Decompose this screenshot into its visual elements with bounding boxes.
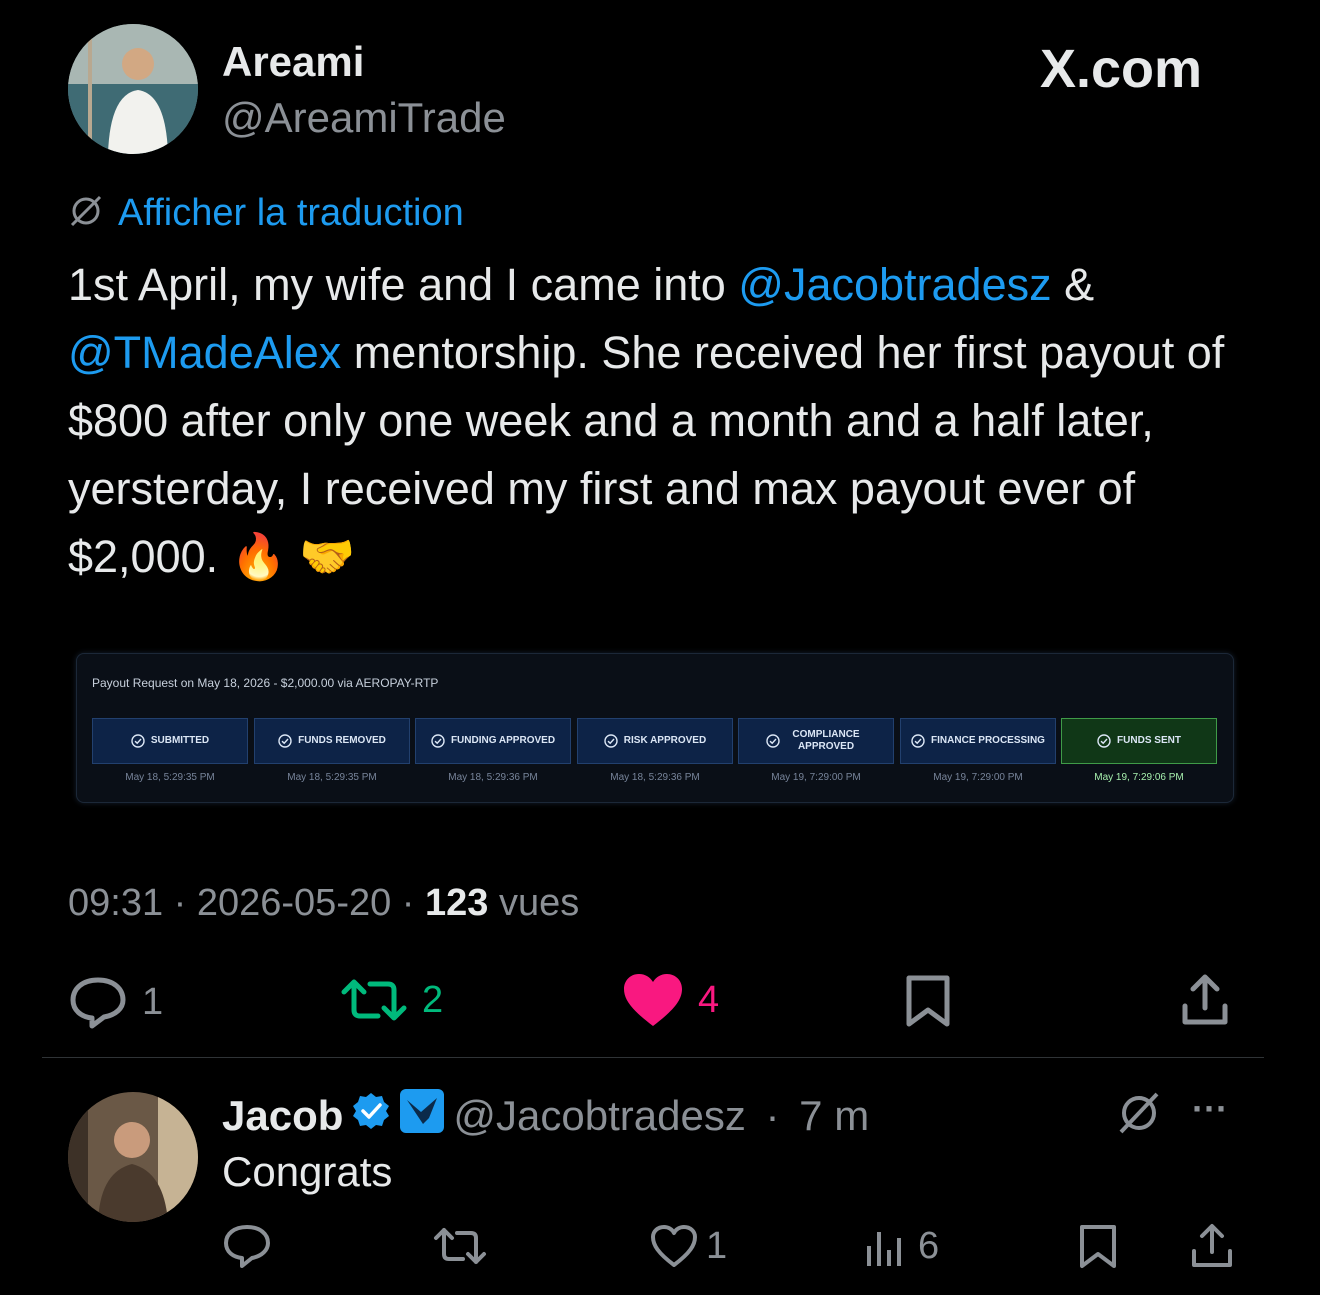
- share-button[interactable]: [1180, 972, 1230, 1033]
- step-time: May 18, 5:29:35 PM: [125, 772, 215, 783]
- reply-author-name[interactable]: Jacob: [222, 1092, 343, 1140]
- payout-card-title: Payout Request on May 18, 2026 - $2,000.…: [92, 676, 439, 690]
- reply-like-count: 1: [706, 1224, 728, 1267]
- reply-reply-button[interactable]: [222, 1222, 272, 1275]
- check-circle-icon: [1097, 734, 1111, 748]
- tweet-text-part: 1st April, my wife and I came into: [68, 259, 739, 310]
- reply-button[interactable]: 1: [68, 974, 163, 1030]
- affiliate-bird-icon: [399, 1088, 445, 1144]
- step-funds-removed: FUNDS REMOVED: [254, 718, 410, 764]
- step-label: COMPLIANCE APPROVED: [792, 729, 860, 752]
- tweet-meta: 09:31 · 2026-05-20 · 123 vues: [68, 882, 579, 925]
- share-icon: [1192, 1224, 1232, 1267]
- mention-jacobtradesz[interactable]: @Jacobtradesz: [738, 259, 1051, 310]
- step-label: FINANCE PROCESSING: [931, 735, 1045, 746]
- author-handle[interactable]: @AreamiTrade: [222, 94, 506, 142]
- share-icon: [1182, 974, 1228, 1025]
- reply-icon: [224, 1225, 270, 1268]
- author-name[interactable]: Areami: [222, 38, 364, 86]
- step-label: RISK APPROVED: [623, 735, 707, 746]
- reply-header: Jacob @Jacobtradesz · 7 m: [222, 1088, 869, 1144]
- reply-views-button[interactable]: 6: [864, 1224, 939, 1268]
- step-finance-processing: FINANCE PROCESSING: [900, 718, 1056, 764]
- more-options-button[interactable]: ···: [1192, 1088, 1228, 1130]
- step-time: May 18, 5:29:35 PM: [287, 772, 377, 783]
- payout-card-image[interactable]: Payout Request on May 18, 2026 - $2,000.…: [76, 653, 1234, 803]
- retweet-icon: [434, 1228, 486, 1264]
- step-time: May 19, 7:29:00 PM: [771, 772, 861, 783]
- check-circle-icon: [911, 734, 925, 748]
- check-circle-icon: [278, 734, 292, 748]
- heart-filled-icon: [624, 974, 682, 1026]
- views-label: vues: [488, 882, 580, 924]
- reply-like-button[interactable]: 1: [650, 1224, 727, 1268]
- reply-time: 7 m: [799, 1092, 870, 1139]
- author-avatar[interactable]: [68, 24, 198, 154]
- step-submitted: SUBMITTED: [92, 718, 248, 764]
- reply-author-handle[interactable]: @Jacobtradesz: [453, 1092, 745, 1140]
- step-compliance-approved: COMPLIANCE APPROVED: [738, 718, 894, 764]
- bookmark-icon: [906, 975, 950, 1027]
- x-com-watermark: X.com: [1040, 39, 1203, 99]
- tweet-text: 1st April, my wife and I came into @Jaco…: [68, 251, 1258, 591]
- step-funding-approved: FUNDING APPROVED: [415, 718, 571, 764]
- retweet-count: 2: [422, 978, 444, 1021]
- bookmark-button[interactable]: [904, 974, 952, 1033]
- step-time: May 19, 7:29:00 PM: [933, 772, 1023, 783]
- retweet-button[interactable]: 2: [340, 974, 443, 1026]
- separator: ·: [753, 1092, 792, 1139]
- check-circle-icon: [431, 734, 445, 748]
- heart-outline-icon: [651, 1225, 697, 1267]
- mention-tmadealex[interactable]: @TMadeAlex: [68, 327, 341, 378]
- step-label: SUBMITTED: [150, 735, 210, 746]
- retweet-icon: [341, 979, 407, 1021]
- reply-count: 1: [142, 980, 164, 1023]
- reply-author-avatar[interactable]: [68, 1092, 198, 1222]
- tweet-text-part: &: [1051, 259, 1095, 310]
- divider: [42, 1057, 1264, 1058]
- reply-translate-icon[interactable]: [1116, 1090, 1162, 1141]
- reply-bookmark-button[interactable]: [1078, 1224, 1118, 1275]
- step-time: May 19, 7:29:06 PM: [1094, 772, 1184, 783]
- reply-icon: [70, 977, 126, 1029]
- verified-badge-icon: [351, 1091, 391, 1141]
- reply-retweet-button[interactable]: [432, 1224, 488, 1273]
- translate-icon: [68, 193, 104, 234]
- tweet-timestamp[interactable]: 09:31 · 2026-05-20 ·: [68, 882, 425, 924]
- bookmark-icon: [1080, 1225, 1116, 1268]
- tweet-emoji: 🔥 🤝: [230, 531, 356, 582]
- translate-link[interactable]: Afficher la traduction: [118, 192, 464, 235]
- like-count: 4: [698, 978, 720, 1021]
- reply-share-button[interactable]: [1190, 1222, 1234, 1275]
- views-count: 123: [425, 882, 489, 924]
- check-circle-icon: [604, 734, 618, 748]
- translate-row[interactable]: Afficher la traduction: [68, 192, 464, 235]
- step-risk-approved: RISK APPROVED: [577, 718, 733, 764]
- step-time: May 18, 5:29:36 PM: [610, 772, 700, 783]
- reply-views-count: 6: [918, 1224, 940, 1267]
- check-circle-icon: [766, 734, 780, 748]
- check-circle-icon: [131, 734, 145, 748]
- bar-chart-icon: [867, 1232, 901, 1266]
- step-funds-sent: FUNDS SENT: [1061, 718, 1217, 764]
- step-label: FUNDING APPROVED: [450, 735, 556, 746]
- step-label: FUNDS REMOVED: [298, 735, 386, 746]
- reply-text: Congrats: [222, 1148, 393, 1195]
- step-label: FUNDS SENT: [1117, 735, 1181, 746]
- step-time: May 18, 5:29:36 PM: [448, 772, 538, 783]
- like-button[interactable]: 4: [622, 972, 719, 1028]
